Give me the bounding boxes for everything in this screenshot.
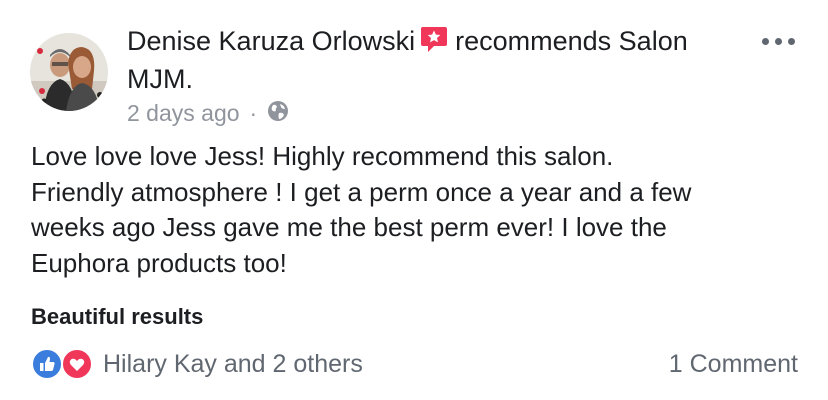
post-text-line: Love love love Jess! Highly recommend th… xyxy=(31,141,614,171)
meta-separator: · xyxy=(249,100,258,126)
author-name[interactable]: Denise Karuza Orlowski xyxy=(127,26,415,56)
love-icon xyxy=(61,348,93,380)
post-footer: Hilary Kay and 2 others 1 Comment xyxy=(31,344,798,384)
post-text-line: Friendly atmosphere ! I get a perm once … xyxy=(31,176,692,207)
recommend-star-icon xyxy=(419,24,449,62)
post-text-line: Euphora products too! xyxy=(31,247,287,278)
comments-link[interactable]: 1 Comment xyxy=(669,348,798,380)
more-options-icon[interactable] xyxy=(760,28,798,52)
post-text-line: weeks ago Jess gave me the best perm eve… xyxy=(31,212,667,242)
like-icon xyxy=(31,348,63,380)
globe-icon xyxy=(267,99,289,129)
reactors-link[interactable]: Hilary Kay and 2 others xyxy=(103,348,363,380)
avatar[interactable] xyxy=(30,33,108,111)
reaction-icons[interactable] xyxy=(31,348,97,380)
post-header: Denise Karuza Orlowski recommends Salon … xyxy=(127,24,737,96)
timestamp[interactable]: 2 days ago xyxy=(127,98,240,128)
post-body: Love love love Jess! Highly recommend th… xyxy=(31,139,801,281)
recommendation-post: Denise Karuza Orlowski recommends Salon … xyxy=(0,0,828,400)
recommendation-tag: Beautiful results xyxy=(31,304,204,329)
post-meta: 2 days ago · xyxy=(127,97,289,129)
